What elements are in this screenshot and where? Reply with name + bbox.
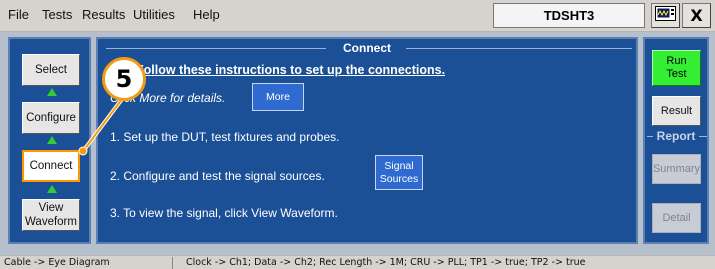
report-label: Report [656,129,696,143]
summary-button[interactable]: Summary [652,154,701,184]
detail-button[interactable]: Detail [652,203,701,233]
step-3: 3. To view the signal, click View Wavefo… [110,206,338,220]
menu-bar: File Tests Results Utilities Help TDSHT3… [0,0,715,32]
signal-sources-button[interactable]: Signal Sources [375,155,423,190]
nav-select-button[interactable]: Select [22,54,80,86]
nav-arrow-icon [47,185,57,193]
step-2: 2. Configure and test the signal sources… [110,169,325,183]
report-divider [699,136,707,137]
menu-utilities[interactable]: Utilities [133,7,175,22]
menu-tests[interactable]: Tests [42,7,72,22]
close-button[interactable]: X [682,3,711,28]
more-button[interactable]: More [252,83,304,111]
menu-help[interactable]: Help [193,7,220,22]
menu-file[interactable]: File [8,7,29,22]
connect-panel: Connect Follow these instructions to set… [96,37,638,244]
step-1: 1. Set up the DUT, test fixtures and pro… [110,130,340,144]
signal-sources-line1: Signal [384,159,414,172]
view-label-line1: View [38,202,64,214]
status-configuration: Clock -> Ch1; Data -> Ch2; Rec Length ->… [186,257,586,268]
title-divider [406,48,632,49]
action-panel: Run Test Result Report Summary Detail [643,37,709,244]
status-bar: Cable -> Eye Diagram Clock -> Ch1; Data … [0,255,715,269]
nav-configure-button[interactable]: Configure [22,102,80,134]
nav-arrow-icon [47,88,57,96]
run-test-button[interactable]: Run Test [652,50,701,86]
status-separator [172,257,173,269]
nav-arrow-icon [47,136,57,144]
view-label-line2: Waveform [25,216,77,228]
nav-connect-button[interactable]: Connect [22,150,80,182]
instructions-header: Follow these instructions to set up the … [136,63,446,77]
signal-sources-line2: Sources [379,172,419,185]
nav-panel: Select Configure Connect View Waveform [8,37,91,244]
status-measurement: Cable -> Eye Diagram [4,257,110,268]
callout-badge: 5 [102,57,146,101]
run-label-line1: Run [666,55,687,67]
close-icon: X [690,6,703,25]
scope-display-icon [655,5,676,26]
panel-title-text: Connect [340,41,394,55]
nav-view-waveform-button[interactable]: View Waveform [22,199,80,231]
run-label-line2: Test [666,68,687,80]
app-title-tab[interactable]: TDSHT3 [493,3,645,28]
scope-display-button[interactable] [651,3,680,28]
result-button[interactable]: Result [652,96,701,126]
menu-results[interactable]: Results [82,7,125,22]
